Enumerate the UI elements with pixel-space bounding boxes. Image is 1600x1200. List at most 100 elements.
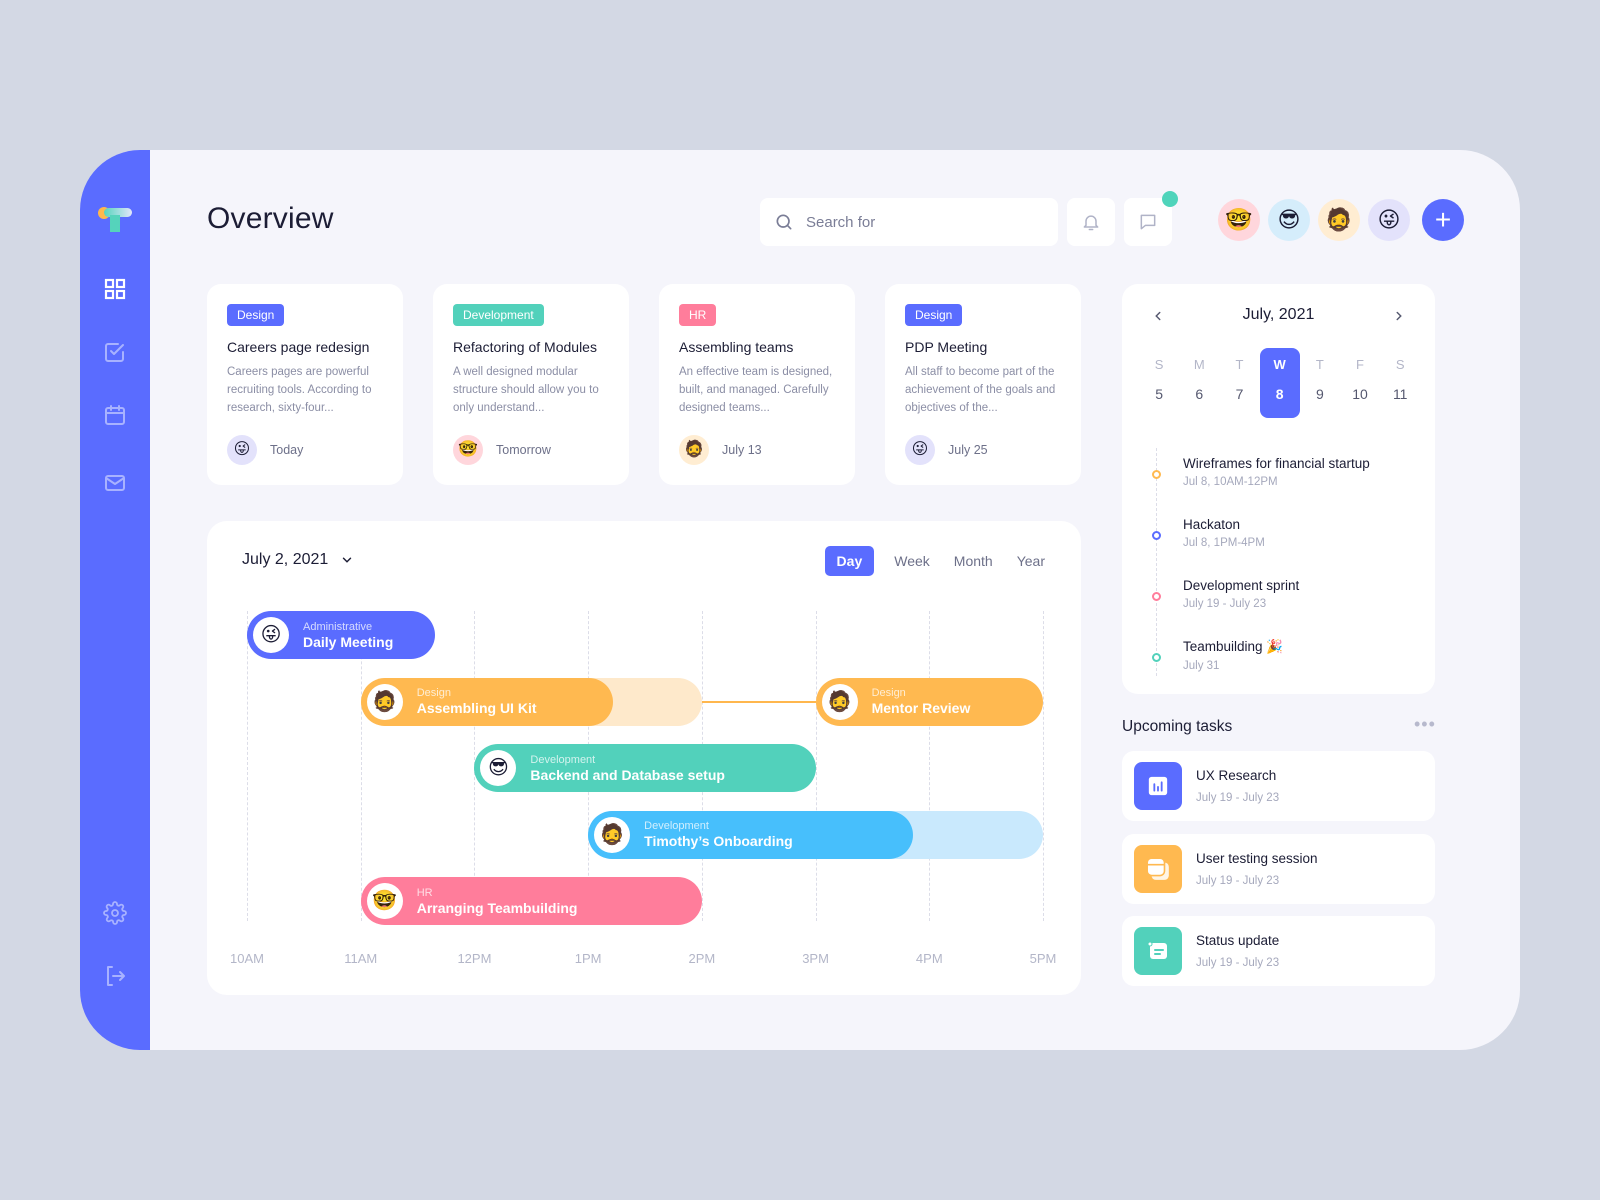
event-bar[interactable]: 🤓 HR Arranging Teambuilding	[360, 877, 702, 925]
team-avatar[interactable]: 🧔	[1318, 199, 1360, 241]
event-text: Design Assembling UI Kit	[417, 687, 537, 716]
team-avatar[interactable]: 😎	[1268, 199, 1310, 241]
event-bar[interactable]: 🧔 Design Mentor Review	[815, 677, 1043, 726]
layers-icon	[1134, 844, 1182, 893]
weekday-label: T	[1315, 357, 1324, 372]
task-dates: July 19 - July 23	[1196, 957, 1280, 969]
weekday-label: W	[1273, 357, 1286, 372]
task-item[interactable]: Status update July 19 - July 23	[1122, 916, 1435, 986]
next-month-button[interactable]	[1387, 302, 1411, 330]
project-card[interactable]: Design Careers page redesign Careers pages…	[207, 284, 403, 485]
timeline-event[interactable]: Wireframes for financial startup Jul 8, 1…	[1152, 448, 1416, 509]
weekday-label: F	[1356, 357, 1364, 372]
more-options-button[interactable]: •••	[1414, 715, 1436, 733]
chart-icon	[1134, 762, 1182, 810]
project-card[interactable]: Design PDP Meeting All staff to become par…	[885, 284, 1081, 485]
event-bar[interactable]: 😜 Administrative Daily Meeting	[247, 611, 435, 659]
hour-tick-label: 5PM	[1029, 951, 1057, 966]
assignee-avatar: 🤓	[453, 435, 483, 465]
timeline-event-title: Development sprint	[1183, 578, 1300, 593]
task-item[interactable]: UX Research July 19 - July 23	[1122, 751, 1435, 821]
logout-icon	[107, 966, 125, 986]
chat-icon	[1140, 214, 1156, 230]
project-card[interactable]: HR Assembling teams An effective team is d…	[659, 284, 855, 485]
timeline-dot	[1152, 531, 1161, 540]
checkbox-icon	[105, 343, 124, 362]
day-number: 10	[1352, 386, 1368, 402]
sidebar-item-tasks[interactable]	[103, 340, 127, 364]
day-number: 5	[1155, 386, 1163, 402]
event-avatar: 🧔	[821, 683, 858, 720]
calendar-day[interactable]: T7	[1219, 348, 1259, 418]
sidebar-item-mail[interactable]	[103, 471, 127, 495]
week-row: S 5 M 6 T 7 W 8 T 9 F 10 S 11	[1139, 348, 1420, 418]
timeline-event[interactable]: Development sprint July 19 - July 23	[1152, 570, 1416, 631]
event-category: HR	[416, 886, 433, 899]
sidebar-item-settings[interactable]	[103, 901, 127, 925]
add-member-button[interactable]: +	[1422, 199, 1464, 241]
sidebar	[80, 150, 150, 1050]
messages-button[interactable]	[1124, 191, 1178, 246]
team-avatar[interactable]: 😜	[1368, 199, 1410, 241]
search-box[interactable]	[760, 198, 1058, 246]
page-title: Overview	[207, 202, 334, 235]
view-tabs: Day Week Month Year	[824, 546, 1055, 576]
day-number: 8	[1275, 386, 1284, 402]
calendar-icon	[105, 405, 125, 425]
event-bar[interactable]: 🧔 Design Assembling UI Kit	[360, 677, 614, 726]
chevron-down-icon	[343, 557, 352, 563]
card-title: Refactoring of Modules	[453, 339, 597, 355]
timeline-event-time: July 19 - July 23	[1183, 598, 1267, 610]
notifications-button[interactable]	[1067, 198, 1115, 246]
task-title: UX Research	[1196, 768, 1277, 783]
day-number: 6	[1195, 386, 1204, 402]
tab-week[interactable]: Week	[884, 546, 940, 576]
timeline-event-time: Jul 8, 10AM-12PM	[1183, 476, 1278, 488]
tab-month[interactable]: Month	[944, 546, 1003, 576]
mini-calendar: July, 2021 S 5 M 6 T 7 W 8 T 9 F 10 S 11 Wireframes f…	[1122, 284, 1435, 694]
event-title: Backend and Database setup	[530, 766, 725, 783]
tab-day[interactable]: Day	[824, 546, 875, 576]
unread-badge	[1162, 191, 1178, 207]
assignee-avatar: 😜	[905, 435, 935, 465]
hour-tick-label: 10AM	[230, 951, 264, 966]
day-number: 11	[1392, 386, 1408, 402]
event-bar[interactable]: 🧔 Development Timothy’s Onboarding	[588, 810, 914, 859]
hour-tick-label: 2PM	[688, 951, 716, 966]
calendar-day[interactable]: M6	[1179, 348, 1219, 418]
gear-icon	[103, 901, 127, 925]
day-number: 9	[1315, 386, 1324, 402]
due-date: July 13	[722, 443, 762, 457]
sidebar-item-calendar[interactable]	[103, 403, 127, 427]
gridline	[1043, 611, 1044, 921]
gridline	[815, 611, 817, 921]
tab-year[interactable]: Year	[1007, 546, 1055, 576]
team-avatars: 🤓 😎 🧔 😜	[1218, 199, 1410, 241]
event-avatar: 🤓	[366, 883, 403, 919]
task-item[interactable]: User testing session July 19 - July 23	[1122, 833, 1435, 904]
app-window: Overview 🤓😎🧔😜 + DesignCareers page redes…	[80, 150, 1520, 1050]
search-icon	[776, 214, 792, 230]
weekday-label: T	[1235, 357, 1244, 372]
search-input[interactable]	[806, 213, 1036, 231]
task-title: Status update	[1196, 933, 1280, 948]
assignee-avatar: 🧔	[679, 435, 709, 465]
category-tag: Development	[453, 304, 544, 326]
day-number: 7	[1235, 386, 1244, 402]
calendar-day[interactable]: S5	[1139, 348, 1179, 418]
calendar-day[interactable]: S 11	[1380, 348, 1420, 418]
chevron-right-icon	[1396, 311, 1402, 321]
event-bar[interactable]: 😎 Development Backend and Database setup	[474, 744, 816, 792]
timeline-event[interactable]: Teambuilding 🎉 July 31	[1152, 631, 1416, 692]
calendar-day[interactable]: F 10	[1340, 348, 1380, 418]
card-description: A well designed modular structure should…	[453, 366, 599, 414]
project-card[interactable]: Development Refactoring of Modules A well …	[433, 284, 629, 485]
calendar-day[interactable]: T9	[1300, 348, 1340, 418]
date-picker[interactable]: July 2, 2021	[242, 551, 354, 569]
sidebar-item-dashboard[interactable]	[103, 277, 127, 301]
sidebar-item-logout[interactable]	[103, 964, 127, 988]
team-avatar[interactable]: 🤓	[1218, 199, 1260, 241]
event-text: Design Mentor Review	[872, 687, 971, 716]
timeline-event[interactable]: Hackaton Jul 8, 1PM-4PM	[1152, 509, 1416, 570]
calendar-day[interactable]: W8	[1259, 348, 1300, 418]
